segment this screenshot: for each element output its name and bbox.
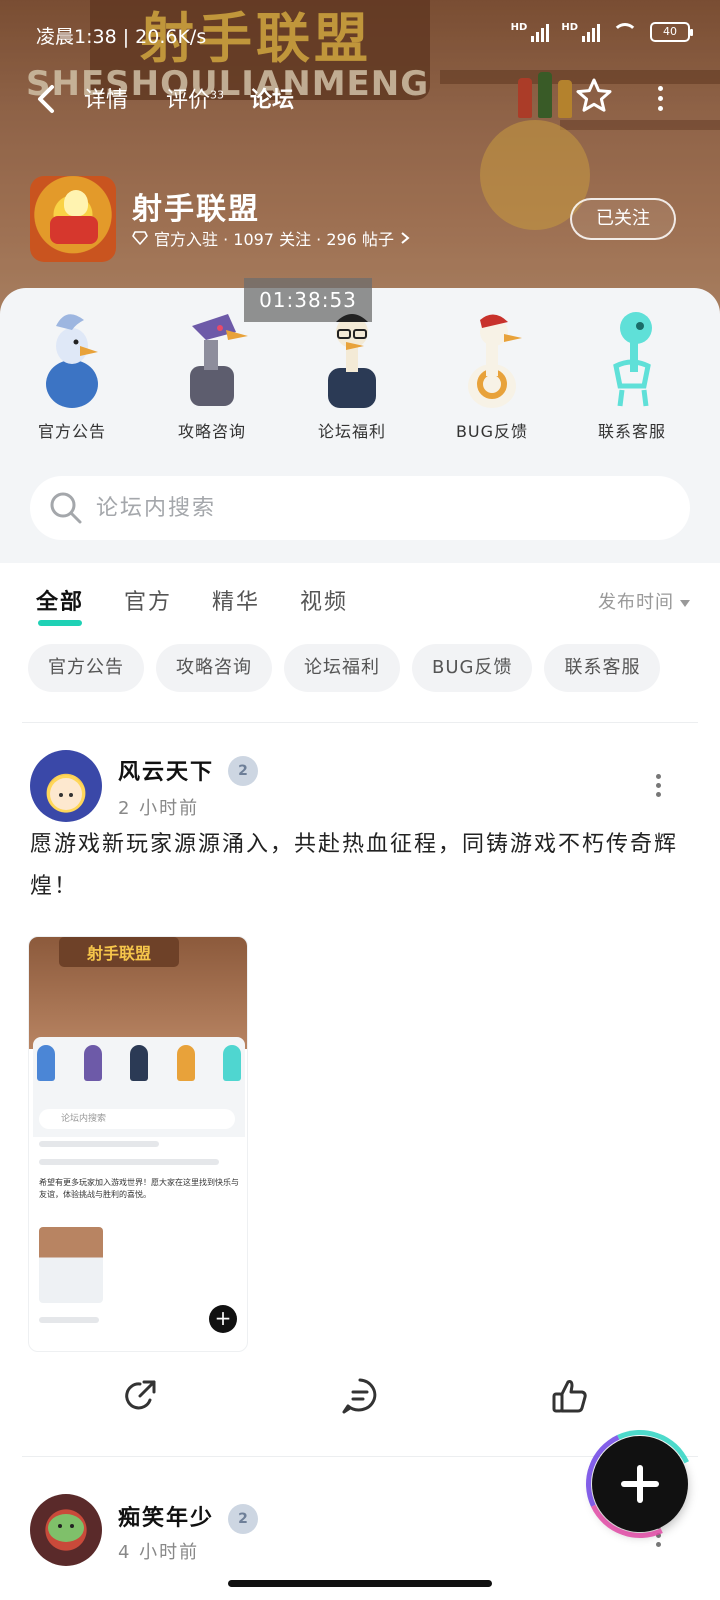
tab-official[interactable]: 官方 <box>124 584 172 616</box>
skeleton-icon <box>586 306 678 410</box>
wifi-icon <box>612 23 638 41</box>
tab-reviews[interactable]: 评价33 <box>166 82 224 114</box>
section-benefits[interactable]: 论坛福利 <box>292 306 412 446</box>
thumb-figure <box>83 1045 102 1081</box>
section-support[interactable]: 联系客服 <box>572 306 692 446</box>
thumbs-up-icon <box>552 1380 587 1413</box>
plus-icon <box>637 1465 643 1503</box>
section-label: 攻略咨询 <box>177 422 246 441</box>
section-label: 官方公告 <box>37 422 106 441</box>
chevron-right-icon <box>401 232 410 244</box>
chevron-left-icon <box>38 85 54 113</box>
thumb-figure <box>223 1045 241 1081</box>
glasses-goose-icon <box>306 306 398 410</box>
comment-icon <box>342 1378 377 1414</box>
tab-details[interactable]: 详情 <box>84 82 128 114</box>
tab-video[interactable]: 视频 <box>300 584 348 616</box>
post-author[interactable]: 痴笑年少 <box>118 1500 214 1532</box>
thumb-caption: 希望有更多玩家加入游戏世界！愿大家在这里找到快乐与友谊，体验挑战与胜利的喜悦。 <box>39 1178 239 1199</box>
new-post-button[interactable] <box>570 1414 710 1554</box>
thumb-sign-text: 射手联盟 <box>87 944 152 963</box>
blue-bird-icon <box>26 306 118 410</box>
goose-icon <box>446 306 538 410</box>
category-chips: 官方公告 攻略咨询 论坛福利 BUG反馈 联系客服 <box>28 644 708 692</box>
level-badge: 2 <box>228 756 258 786</box>
post-content: 愿游戏新玩家源源涌入，共赴热血征程，同铸游戏不朽传奇辉煌！ <box>30 832 679 899</box>
thumb-plus-icon: + <box>209 1305 237 1333</box>
favorite-button[interactable] <box>574 76 614 116</box>
thumb-search: 论坛内搜索 <box>39 1109 235 1129</box>
thumb-figure <box>37 1045 55 1081</box>
tab-reviews-label: 评价 <box>166 88 211 113</box>
thumb-figure <box>176 1045 195 1081</box>
status-bar: 凌晨1:38 | 20.6K/s HD HD 40 <box>36 22 693 52</box>
system-icons: HD HD 40 <box>511 22 693 42</box>
thumb-line <box>39 1317 99 1323</box>
signal-icon: HD <box>561 22 600 42</box>
chip-benefits[interactable]: 论坛福利 <box>284 644 400 692</box>
status-time: 凌晨1:38 | 20.6K/s <box>36 26 207 48</box>
post-more-button[interactable] <box>652 774 664 800</box>
section-guides[interactable]: 攻略咨询 <box>152 306 272 446</box>
hd-label: HD <box>561 22 578 33</box>
avatar[interactable] <box>30 1494 102 1566</box>
share-icon <box>125 1380 156 1410</box>
thumb-line <box>39 1159 219 1165</box>
level-badge: 2 <box>228 1504 258 1534</box>
search-input[interactable] <box>96 488 656 528</box>
chip-bug-report[interactable]: BUG反馈 <box>412 644 533 692</box>
section-shortcuts: 官方公告 攻略咨询 论坛福利 BUG反馈 联系客服 <box>0 306 720 446</box>
signal-icon: HD <box>511 22 550 42</box>
post-time: 2 小时前 <box>118 798 200 819</box>
thumb-figures <box>37 1045 241 1085</box>
tab-reviews-badge: 33 <box>210 88 225 102</box>
top-nav: 详情 评价33 论坛 <box>0 78 720 120</box>
section-label: 论坛福利 <box>317 422 386 441</box>
forum-avatar[interactable] <box>30 176 116 262</box>
filter-tabs: 全部 官方 精华 视频 发布时间 <box>0 584 720 626</box>
avatar-scooter <box>50 216 98 244</box>
thumb-image <box>39 1227 103 1303</box>
thumb-line <box>39 1141 159 1147</box>
hd-label: HD <box>510 22 528 33</box>
section-label: 联系客服 <box>597 422 666 441</box>
sort-label: 发布时间 <box>598 592 674 613</box>
sort-dropdown[interactable]: 发布时间 <box>598 588 690 614</box>
follow-button[interactable]: 已关注 <box>570 198 676 240</box>
divider <box>22 722 698 723</box>
avatar-head <box>64 190 88 216</box>
share-button[interactable] <box>120 1376 160 1416</box>
section-bug-report[interactable]: BUG反馈 <box>432 306 552 446</box>
caret-down-icon <box>680 599 690 607</box>
tab-featured[interactable]: 精华 <box>212 584 260 616</box>
battery-icon: 40 <box>650 22 693 42</box>
post-actions <box>0 1376 720 1426</box>
like-button[interactable] <box>550 1376 590 1416</box>
home-indicator[interactable] <box>228 1580 492 1587</box>
chip-guides[interactable]: 攻略咨询 <box>156 644 272 692</box>
more-options-button[interactable] <box>654 86 666 114</box>
comment-button[interactable] <box>340 1376 380 1416</box>
tab-forum[interactable]: 论坛 <box>245 82 299 120</box>
forum-meta-text: 官方入驻 · 1097 关注 · 296 帖子 <box>154 230 394 249</box>
forum-title: 射手联盟 <box>132 192 260 227</box>
search-icon <box>48 490 84 526</box>
post-author[interactable]: 风云天下 <box>118 754 214 786</box>
back-button[interactable] <box>32 82 62 116</box>
tab-all[interactable]: 全部 <box>36 584 84 626</box>
forum-meta[interactable]: 官方入驻 · 1097 关注 · 296 帖子 <box>132 226 410 250</box>
post-image[interactable]: 射手联盟 论坛内搜索 希望有更多玩家加入游戏世界！愿大家在这里找到快乐与友谊，体… <box>28 936 248 1352</box>
chip-support[interactable]: 联系客服 <box>544 644 661 692</box>
avatar[interactable] <box>30 750 102 822</box>
forum-search-bar[interactable] <box>30 476 690 540</box>
robot-bird-icon <box>166 306 258 410</box>
section-label: BUG反馈 <box>455 422 529 441</box>
diamond-icon <box>132 231 148 245</box>
star-icon <box>576 78 612 112</box>
section-official[interactable]: 官方公告 <box>12 306 132 446</box>
post-time: 4 小时前 <box>118 1542 200 1563</box>
chip-official[interactable]: 官方公告 <box>28 644 144 692</box>
thumb-figure <box>130 1045 148 1081</box>
